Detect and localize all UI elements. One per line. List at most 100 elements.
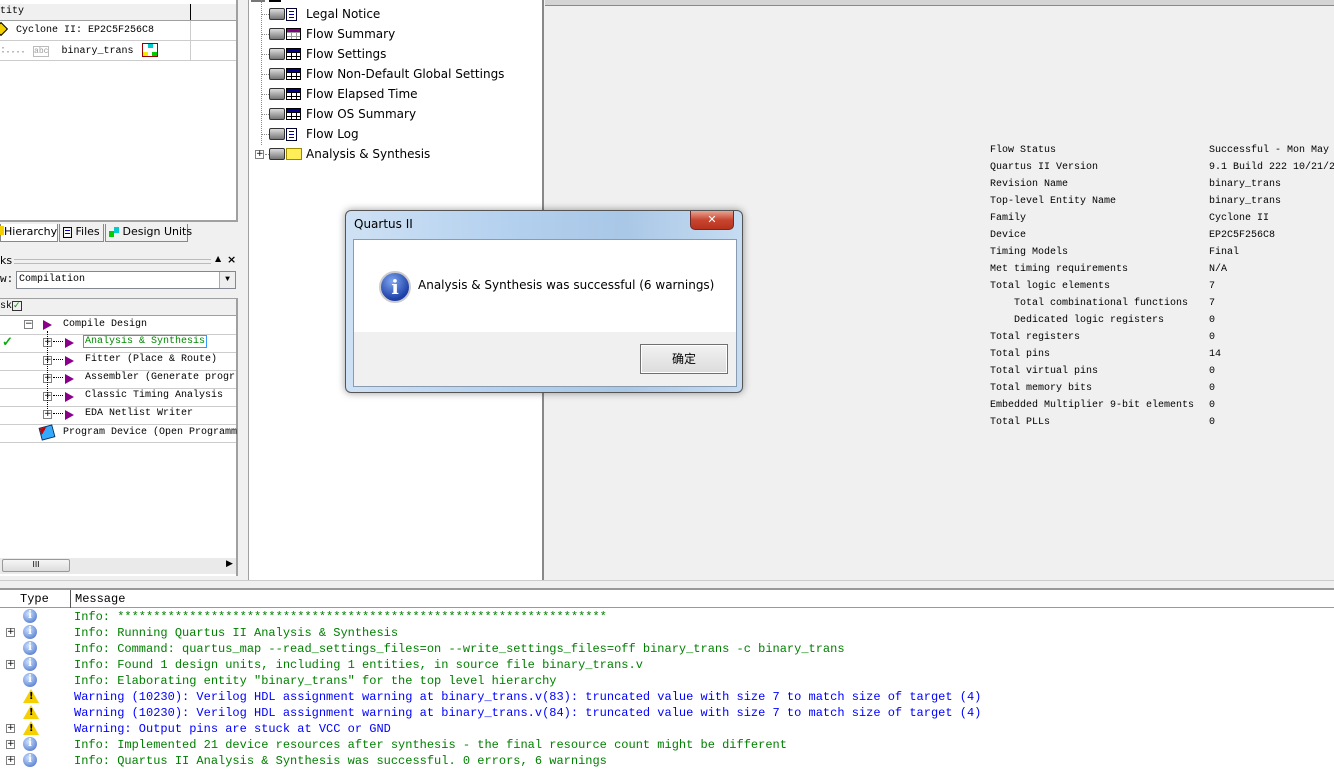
message-row[interactable]: i Info: *********************************… <box>0 609 1334 625</box>
message-row[interactable]: + i Info: Found 1 design units, including … <box>0 657 1334 673</box>
warning-icon: ! <box>23 721 39 735</box>
message-column-header[interactable]: Message <box>75 592 125 606</box>
entity-row[interactable]: :.... abc binary_trans <box>0 41 236 61</box>
printer-icon[interactable] <box>269 8 285 20</box>
message-row[interactable]: + i Info: Implemented 21 device resources … <box>0 737 1334 753</box>
expand-icon[interactable]: + <box>43 410 52 419</box>
splitter[interactable] <box>0 580 1334 590</box>
summary-key: Total memory bits <box>990 383 1093 394</box>
message-row[interactable]: i Info: Elaborating entity "binary_trans"… <box>0 673 1334 689</box>
close-icon[interactable]: × <box>227 253 236 266</box>
checkbox-check-icon: ✓ <box>12 301 23 311</box>
summary-value: N/A <box>1209 264 1228 275</box>
task-column-header: sk <box>0 301 13 312</box>
report-item-label: Flow Non-Default Global Settings <box>306 67 505 81</box>
task-row[interactable]: + Classic Timing Analysis <box>0 389 236 407</box>
task-row[interactable]: + Fitter (Place & Route) <box>0 353 236 371</box>
hierarchy-header[interactable]: tity <box>0 4 236 21</box>
hierarchy-panel: tity Cyclone II: EP2C5F256C8 :.... abc b… <box>0 0 238 222</box>
tab-hierarchy[interactable]: Hierarchy <box>0 224 58 242</box>
device-row[interactable]: Cyclone II: EP2C5F256C8 <box>0 21 236 41</box>
printer-icon[interactable] <box>269 68 285 80</box>
report-item-label: Flow OS Summary <box>306 107 417 121</box>
message-row[interactable]: + i Info: Quartus II Analysis & Synthesis … <box>0 753 1334 769</box>
expand-icon[interactable]: + <box>255 150 264 159</box>
summary-value: 0 <box>1209 332 1216 343</box>
expand-icon[interactable]: + <box>6 756 15 765</box>
tab-files[interactable]: Files <box>59 224 104 242</box>
summary-value: 14 <box>1209 349 1222 360</box>
report-item-label: Flow Log <box>306 127 359 141</box>
device-label: Cyclone II: EP2C5F256C8 <box>16 24 155 36</box>
info-icon: i <box>23 625 37 639</box>
summary-key: Total pins <box>990 349 1051 360</box>
summary-row: Family Cyclone II <box>990 213 1269 230</box>
report-item-label: Flow Summary <box>306 27 396 41</box>
device-warning-icon <box>0 21 9 37</box>
document-icon <box>286 128 297 141</box>
summary-value: Final <box>1209 247 1240 258</box>
info-icon: i <box>23 641 37 655</box>
message-text: Info: Running Quartus II Analysis & Synt… <box>74 626 399 640</box>
summary-key: Flow Status <box>990 145 1057 156</box>
task-label: Fitter (Place & Route) <box>85 354 218 365</box>
expand-icon[interactable]: + <box>6 660 15 669</box>
task-row[interactable]: − Compile Design <box>0 317 236 335</box>
tasks-table: sk✓ − Compile Design ✓ + Analysis & Synthesi… <box>0 298 238 576</box>
summary-row: Device EP2C5F256C8 <box>990 230 1275 247</box>
dialog-message: Analysis & Synthesis was successful (6 w… <box>418 278 715 292</box>
message-row[interactable]: ! Warning (10230): Verilog HDL assignment… <box>0 689 1334 705</box>
tab-design-units[interactable]: Design Units <box>105 224 192 242</box>
tree-connector: :.... <box>0 45 26 57</box>
flow-select[interactable]: Compilation ▼ <box>16 271 236 289</box>
play-icon <box>43 320 52 330</box>
scrollbar-thumb[interactable]: III <box>2 559 70 572</box>
entity-column-header[interactable]: tity <box>0 6 24 17</box>
table-icon <box>286 88 301 100</box>
message-row[interactable]: i Info: Command: quartus_map --read_setti… <box>0 641 1334 657</box>
printer-icon[interactable] <box>269 128 285 140</box>
task-label: Program Device (Open Programm <box>63 427 238 438</box>
message-row[interactable]: +! Warning: Output pins are stuck at VCC … <box>0 721 1334 737</box>
summary-value: binary_trans <box>1209 179 1282 190</box>
type-column-header[interactable]: Type <box>20 592 49 606</box>
message-row[interactable]: + i Info: Running Quartus II Analysis & Sy… <box>0 625 1334 641</box>
task-row[interactable]: + EDA Netlist Writer <box>0 407 236 425</box>
printer-icon[interactable] <box>269 108 285 120</box>
message-row[interactable]: ! Warning (10230): Verilog HDL assignment… <box>0 705 1334 721</box>
printer-icon[interactable] <box>269 88 285 100</box>
dialog-title: Quartus II <box>354 217 413 231</box>
tasks-header[interactable]: sk✓ <box>0 299 236 316</box>
maximize-icon[interactable]: ▲ <box>215 254 221 263</box>
message-text: Info: Elaborating entity "binary_trans" … <box>74 674 557 688</box>
message-text: Warning (10230): Verilog HDL assignment … <box>74 706 982 720</box>
expand-icon[interactable]: + <box>6 628 15 637</box>
task-row[interactable]: + Assembler (Generate progr <box>0 371 236 389</box>
expand-icon[interactable]: + <box>6 724 15 733</box>
task-label: Analysis & Synthesis <box>82 335 208 348</box>
tasks-titlebar[interactable]: ks ▲ × <box>0 253 240 269</box>
collapse-icon[interactable]: − <box>24 320 33 329</box>
summary-key: Quartus II Version <box>990 162 1099 173</box>
info-icon: i <box>23 657 37 671</box>
summary-key: Device <box>990 230 1027 241</box>
horizontal-scrollbar[interactable]: III ▶ <box>0 558 236 574</box>
chevron-down-icon[interactable]: ▼ <box>219 272 235 288</box>
scroll-right-icon[interactable]: ▶ <box>226 559 233 569</box>
summary-key: Total PLLs <box>990 417 1051 428</box>
message-text: Warning: Output pins are stuck at VCC or… <box>74 722 391 736</box>
expand-icon[interactable]: + <box>6 740 15 749</box>
dialog-close-button[interactable]: ✕ <box>690 211 734 230</box>
task-row[interactable]: Program Device (Open Programm <box>0 424 238 443</box>
play-icon <box>65 410 74 420</box>
task-row[interactable]: ✓ + Analysis & Synthesis <box>0 335 236 353</box>
printer-icon[interactable] <box>269 28 285 40</box>
summary-row: Top-level Entity Name binary_trans <box>990 196 1281 213</box>
summary-value: 7 <box>1209 281 1216 292</box>
printer-icon[interactable] <box>269 148 285 160</box>
info-icon: i <box>379 271 411 303</box>
summary-value: 7 <box>1209 298 1216 309</box>
printer-icon[interactable] <box>269 48 285 60</box>
ok-button[interactable]: 确定 <box>640 344 728 374</box>
folder-icon <box>286 148 302 160</box>
